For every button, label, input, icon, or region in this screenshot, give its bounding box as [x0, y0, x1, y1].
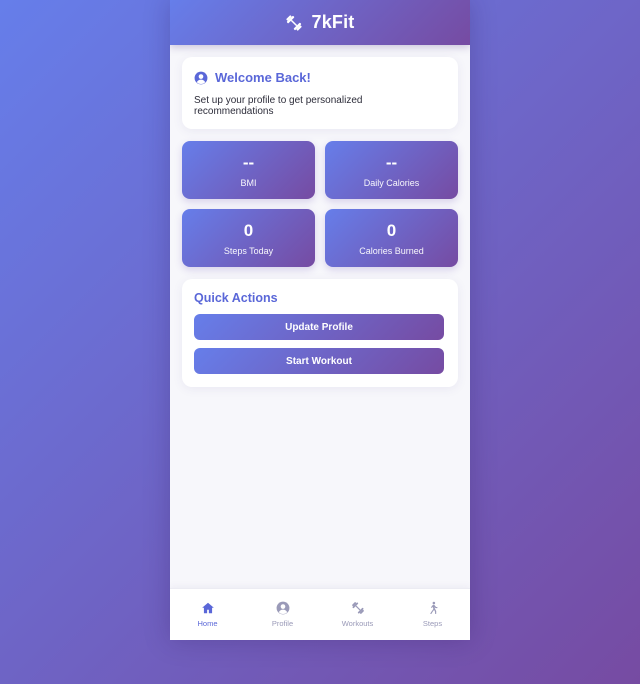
stat-value: 0	[243, 220, 254, 240]
home-icon	[201, 601, 215, 615]
nav-label: Steps	[422, 619, 443, 628]
bottom-nav: Home Profile Workouts Steps	[170, 588, 470, 640]
welcome-text: Set up your profile to get personalized …	[194, 95, 363, 117]
welcome-title: Welcome Back!	[215, 70, 311, 85]
dumbbell-icon	[351, 601, 365, 615]
app-window: 7kFit Welcome Back! Set up your profile …	[170, 0, 470, 640]
nav-label: Workouts	[341, 619, 374, 628]
stat-value: --	[242, 152, 255, 172]
stat-value: --	[385, 152, 398, 172]
walking-icon	[426, 601, 440, 615]
user-circle-icon	[194, 71, 208, 85]
main-content: Welcome Back! Set up your profile to get…	[170, 45, 470, 387]
nav-item-profile[interactable]: Profile	[245, 589, 320, 640]
nav-item-workouts[interactable]: Workouts	[320, 589, 395, 640]
update-profile-button[interactable]: Update Profile	[194, 314, 444, 340]
stat-label: Calories Burned	[359, 245, 424, 256]
stats-grid: -- BMI -- Daily Calories 0 Steps Today 0…	[182, 141, 458, 267]
start-workout-button[interactable]: Start Workout	[194, 348, 444, 374]
stat-value: 0	[386, 220, 397, 240]
welcome-heading: Welcome Back!	[194, 70, 446, 85]
stat-card-steps-today: 0 Steps Today	[182, 209, 315, 267]
nav-label: Home	[197, 619, 218, 628]
welcome-card: Welcome Back! Set up your profile to get…	[182, 57, 458, 129]
stat-card-calories-burned: 0 Calories Burned	[325, 209, 458, 267]
nav-label: Profile	[271, 619, 294, 628]
quick-actions-card: Quick Actions Update Profile Start Worko…	[182, 279, 458, 387]
dumbbell-icon	[285, 14, 303, 32]
quick-actions-title: Quick Actions	[194, 291, 278, 305]
app-header: 7kFit	[170, 0, 470, 45]
stat-label: Steps Today	[223, 245, 274, 256]
stat-card-daily-calories: -- Daily Calories	[325, 141, 458, 199]
app-title: 7kFit	[311, 12, 355, 32]
user-circle-icon	[276, 601, 290, 615]
stat-card-bmi: -- BMI	[182, 141, 315, 199]
stat-label: Daily Calories	[363, 177, 420, 188]
stat-label: BMI	[240, 177, 257, 188]
nav-item-steps[interactable]: Steps	[395, 589, 470, 640]
nav-item-home[interactable]: Home	[170, 589, 245, 640]
